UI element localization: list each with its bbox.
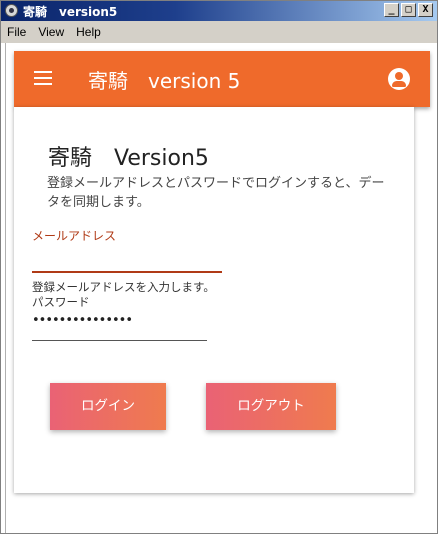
email-field[interactable]: [32, 271, 222, 273]
password-underline: [32, 340, 207, 341]
window-title: 寄騎 version5: [23, 5, 118, 19]
title-bar[interactable]: 寄騎 version5 _ □ X: [1, 1, 437, 21]
app-icon[interactable]: [5, 4, 18, 17]
logout-button[interactable]: ログアウト: [206, 383, 336, 430]
app-window: 寄騎 version5 _ □ X File View Help 寄騎 vers…: [0, 0, 438, 534]
maximize-button[interactable]: □: [401, 3, 416, 17]
login-button[interactable]: ログイン: [50, 383, 166, 430]
password-field[interactable]: •••••••••••••••: [32, 313, 133, 328]
email-field-label: メールアドレス: [32, 229, 117, 243]
menu-help[interactable]: Help: [70, 25, 107, 39]
card-description: 登録メールアドレスとパスワードでログインすると、データを同期します。: [47, 176, 385, 210]
card-title: 寄騎 Version5: [48, 146, 209, 171]
app-bar-title: 寄騎 version 5: [88, 69, 241, 93]
app-bar: 寄騎 version 5: [14, 51, 430, 107]
main-content: 寄騎 version 5 寄騎 Version5 登録メールアドレスとパスワード…: [5, 43, 434, 533]
menu-icon[interactable]: [34, 71, 52, 85]
login-card: 寄騎 Version5 登録メールアドレスとパスワードでログインすると、データを…: [14, 107, 414, 493]
menu-view[interactable]: View: [32, 25, 70, 39]
menu-file[interactable]: File: [1, 25, 32, 39]
minimize-button[interactable]: _: [384, 3, 399, 17]
email-helper-text: 登録メールアドレスを入力します。: [32, 280, 215, 294]
account-circle-icon[interactable]: [388, 68, 410, 90]
window-controls: _ □ X: [384, 3, 433, 17]
menu-bar: File View Help: [1, 21, 437, 43]
password-field-label: パスワード: [32, 295, 90, 309]
close-button[interactable]: X: [418, 3, 433, 17]
